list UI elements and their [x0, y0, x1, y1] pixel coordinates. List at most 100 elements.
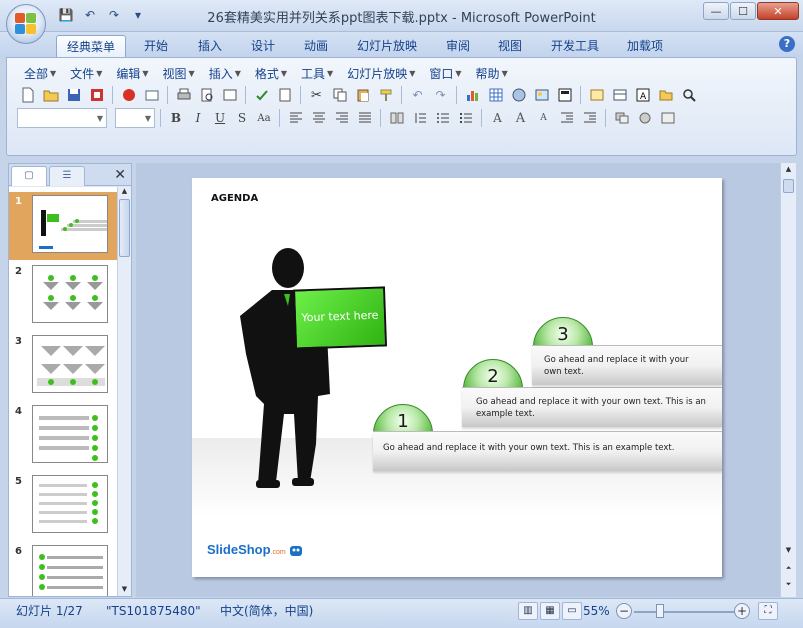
tab-insert[interactable]: 插入 [188, 35, 232, 57]
page-setup-icon[interactable] [219, 85, 240, 105]
folder-icon[interactable] [655, 85, 676, 105]
line-spacing-icon[interactable] [409, 108, 430, 128]
zoom-out-button[interactable]: − [616, 603, 632, 619]
tab-outline[interactable]: ☰ [49, 166, 85, 186]
slide-thumbnail[interactable]: 3 [9, 332, 117, 400]
slide-thumbnail[interactable]: 1 [9, 192, 117, 260]
shadow-button[interactable]: S [232, 108, 252, 128]
zoom-level[interactable]: 55% [583, 602, 610, 620]
tab-animations[interactable]: 动画 [294, 35, 338, 57]
tab-classic-menu[interactable]: 经典菜单 [56, 35, 127, 57]
menu-insert[interactable]: 插入 ▼ [202, 64, 248, 82]
slide-title[interactable]: AGENDA [211, 193, 258, 204]
new-slide-icon[interactable] [586, 85, 607, 105]
tab-home[interactable]: 开始 [134, 35, 178, 57]
close-icon[interactable]: ✕ [114, 167, 126, 183]
email-icon[interactable] [141, 85, 162, 105]
align-left-icon[interactable] [285, 108, 306, 128]
menu-format[interactable]: 格式 ▼ [248, 64, 294, 82]
menu-file[interactable]: 文件 ▼ [63, 64, 109, 82]
fit-to-window-icon[interactable]: ⛶ [758, 602, 778, 620]
pdf-icon[interactable] [118, 85, 139, 105]
font-color-icon[interactable]: A [487, 108, 508, 128]
numbering-icon[interactable] [432, 108, 453, 128]
increase-indent-icon[interactable] [579, 108, 600, 128]
slide-sorter-icon[interactable]: ▦ [540, 602, 560, 620]
insert-chart-icon[interactable] [462, 85, 483, 105]
italic-button[interactable]: I [188, 108, 208, 128]
insert-table-icon[interactable] [485, 85, 506, 105]
tab-review[interactable]: 审阅 [436, 35, 480, 57]
thumbnail-scrollbar[interactable]: ▲ ▼ [117, 187, 131, 596]
permission-icon[interactable] [86, 85, 107, 105]
scroll-down-icon[interactable]: ▼ [118, 585, 131, 596]
slideshow-view-icon[interactable]: ▭ [562, 602, 582, 620]
redo-icon[interactable]: ↷ [430, 85, 451, 105]
new-icon[interactable] [17, 85, 38, 105]
slide-thumbnail[interactable]: 5 [9, 472, 117, 540]
font-size-combo[interactable]: ▼ [115, 108, 155, 128]
shrink-font-icon[interactable]: A [533, 108, 554, 128]
minimize-button[interactable]: — [703, 2, 729, 20]
step-text[interactable]: Go ahead and replace it with your own te… [544, 354, 704, 378]
align-right-icon[interactable] [331, 108, 352, 128]
scroll-thumb[interactable] [783, 179, 794, 193]
font-name-combo[interactable]: ▼ [17, 108, 107, 128]
help-icon[interactable]: ? [779, 36, 795, 52]
normal-view-icon[interactable]: ▥ [518, 602, 538, 620]
zoom-slider-thumb[interactable] [656, 604, 664, 618]
cut-icon[interactable]: ✂ [306, 85, 327, 105]
board-text[interactable]: Your text here [296, 308, 384, 325]
green-sign-board[interactable]: Your text here [292, 286, 388, 350]
justify-icon[interactable] [354, 108, 375, 128]
menu-window[interactable]: 窗口 ▼ [422, 64, 468, 82]
open-icon[interactable] [40, 85, 61, 105]
slide-thumbnail[interactable]: 2 [9, 262, 117, 330]
menu-slideshow[interactable]: 幻灯片放映 ▼ [340, 64, 422, 82]
office-button[interactable] [6, 4, 46, 44]
menu-help[interactable]: 帮助 ▼ [469, 64, 515, 82]
step-bar-2[interactable]: Go ahead and replace it with your own te… [462, 387, 722, 427]
underline-button[interactable]: U [210, 108, 230, 128]
insert-picture-icon[interactable] [531, 85, 552, 105]
paste-icon[interactable] [352, 85, 373, 105]
copy-icon[interactable] [329, 85, 350, 105]
tab-addins[interactable]: 加载项 [617, 35, 673, 57]
bold-button[interactable]: B [166, 108, 186, 128]
menu-view[interactable]: 视图 ▼ [156, 64, 202, 82]
slide-layout-icon[interactable] [554, 85, 575, 105]
slide-vertical-scrollbar[interactable]: ▲ ▼ ⏶ ⏷ [780, 163, 796, 597]
shapes-icon[interactable] [634, 108, 655, 128]
scroll-up-icon[interactable]: ▲ [118, 187, 131, 198]
tab-view[interactable]: 视图 [488, 35, 532, 57]
zoom-in-button[interactable]: + [734, 603, 750, 619]
textbox-icon[interactable]: A [632, 85, 653, 105]
research-icon[interactable] [274, 85, 295, 105]
close-button[interactable]: ✕ [757, 2, 799, 20]
menu-edit[interactable]: 编辑 ▼ [109, 64, 155, 82]
undo-icon[interactable]: ↶ [407, 85, 428, 105]
language-indicator[interactable]: 中文(简体，中国) [220, 602, 313, 620]
format-painter-icon[interactable] [375, 85, 396, 105]
menu-tools[interactable]: 工具 ▼ [294, 64, 340, 82]
decrease-indent-icon[interactable] [556, 108, 577, 128]
arrange-icon[interactable] [611, 108, 632, 128]
quick-styles-icon[interactable] [657, 108, 678, 128]
step-bar-3[interactable]: Go ahead and replace it with your own te… [532, 345, 722, 385]
scroll-thumb[interactable] [119, 199, 130, 257]
align-center-icon[interactable] [308, 108, 329, 128]
slide-thumbnail[interactable]: 4 [9, 402, 117, 470]
scroll-down-icon[interactable]: ▼ [782, 546, 795, 557]
columns-icon[interactable] [386, 108, 407, 128]
print-icon[interactable] [173, 85, 194, 105]
slide-thumbnail[interactable]: 6 [9, 542, 117, 596]
next-slide-icon[interactable]: ⏷ [782, 580, 795, 591]
menu-all[interactable]: 全部 ▼ [17, 64, 63, 82]
grow-font-icon[interactable]: A [510, 108, 531, 128]
maximize-button[interactable]: ☐ [730, 2, 756, 20]
spelling-icon[interactable] [251, 85, 272, 105]
layout-icon[interactable] [609, 85, 630, 105]
find-icon[interactable] [678, 85, 699, 105]
save-icon[interactable] [63, 85, 84, 105]
step-text[interactable]: Go ahead and replace it with your own te… [383, 442, 703, 454]
